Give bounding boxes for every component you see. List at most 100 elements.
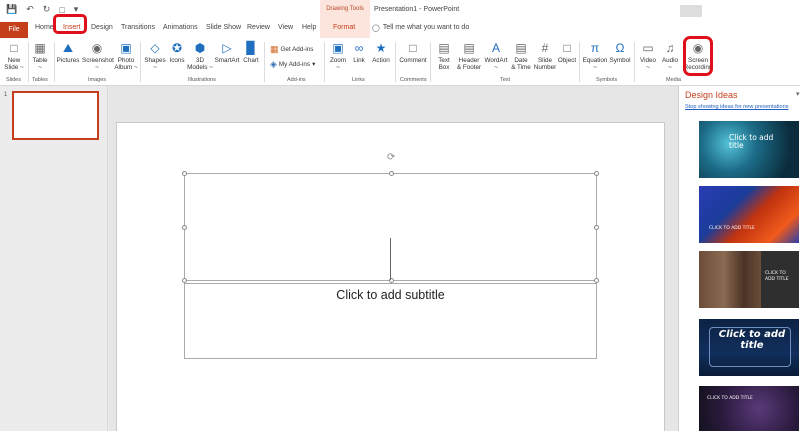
group-text: Text [500,77,511,83]
header-footer-button[interactable]: ▤ Header & Footer [455,41,483,71]
tab-transitions[interactable]: Transitions [121,24,155,31]
resize-handle[interactable] [389,171,394,176]
smartart-icon: ▷ [222,41,232,55]
text-box-button[interactable]: ▤ Text Box [433,41,455,71]
ribbon-tabs: File Home Insert Design Transitions Anim… [0,22,800,38]
wordart-label-2: ~ [494,64,498,71]
zoom-button[interactable]: ▣ Zoom ~ [327,41,349,71]
slide-canvas[interactable]: ⟳ Click to add subtitle [116,122,665,431]
tab-file[interactable]: File [0,22,28,38]
rotate-handle-icon[interactable]: ⟳ [387,152,395,163]
tab-format[interactable]: Format [333,24,355,31]
store-icon: ▦ [270,44,279,54]
window-title: Presentation1 - PowerPoint [374,6,460,13]
stop-showing-ideas-link[interactable]: Stop showing ideas for new presentations [685,104,789,110]
zoom-icon: ▣ [332,41,344,55]
audio-label-2: ~ [668,64,672,71]
table-icon: ▦ [34,41,46,55]
my-addins-button[interactable]: ◈ My Add-ins ▾ [270,59,315,70]
slide-number-button[interactable]: # Slide Number [533,41,557,71]
group-addins: Add-ins [287,77,306,83]
symbol-label: Symbol [609,57,631,64]
pane-options-icon[interactable]: ▾ [796,90,800,98]
group-slides: Slides [6,77,21,83]
account-area[interactable] [680,5,702,17]
symbol-button[interactable]: Ω Symbol [608,41,632,64]
link-button[interactable]: ∞ Link [349,41,369,64]
shapes-button[interactable]: ◇ Shapes ~ [143,41,167,71]
get-addins-button[interactable]: ▦ Get Add-ins [270,44,313,55]
tab-animations[interactable]: Animations [163,24,198,31]
title-bar: 💾 ↶ ↻ □ ▾ Drawing Tools Presentation1 - … [0,0,800,22]
group-comments: Comments [400,77,427,83]
design-idea-2[interactable]: CLICK TO ADD TITLE [699,186,799,243]
video-button[interactable]: ▭ Video ~ [637,41,659,71]
chart-icon: ▉ [246,41,256,55]
screenshot-button[interactable]: ◉ Screenshot ~ [82,41,114,71]
table-label-2: ~ [38,64,42,71]
tab-slideshow[interactable]: Slide Show [206,24,241,31]
3d-models-label-2: Models ~ [187,64,213,71]
action-button[interactable]: ★ Action [369,41,393,64]
object-label: Object [557,57,577,64]
star-icon: ★ [375,41,387,55]
tab-review[interactable]: Review [247,24,270,31]
resize-handle[interactable] [182,225,187,230]
comment-button[interactable]: □ Comment [397,41,429,64]
resize-handle[interactable] [182,171,187,176]
screen-recording-highlight [683,36,713,76]
group-links: Links [352,77,365,83]
shapes-icon: ◇ [150,41,160,55]
tab-design[interactable]: Design [91,24,113,31]
photo-album-button[interactable]: ▣ Photo Album ~ [114,41,138,71]
table-button[interactable]: ▦ Table ~ [30,41,50,71]
ribbon-insert: □ New Slide ~ Slides ▦ Table ~ Tables ⛰ … [0,38,800,86]
smartart-button[interactable]: ▷ SmartArt [213,41,241,64]
tab-view[interactable]: View [278,24,293,31]
table-label-1: Table [32,57,48,64]
screenshot-label-1: Screenshot [82,57,114,64]
comment-icon: □ [409,41,417,55]
3d-models-button[interactable]: ⬢ 3D Models ~ [187,41,213,71]
header-footer-label-2: & Footer [456,64,482,71]
undo-icon[interactable]: ↶ [26,4,34,15]
redo-icon[interactable]: ↻ [43,4,51,15]
new-slide-button[interactable]: □ New Slide ~ [3,41,25,71]
video-label-2: ~ [646,64,650,71]
design-idea-4[interactable]: Click to add title [699,319,799,376]
tab-help[interactable]: Help [302,24,316,31]
link-icon: ∞ [354,41,364,55]
equation-button[interactable]: π Equation ~ [582,41,608,71]
design-idea-3[interactable]: CLICK TO ADD TITLE [699,251,799,308]
chart-label: Chart [243,57,259,64]
photo-album-icon: ▣ [120,41,132,55]
icons-icon: ✪ [171,41,183,55]
start-slideshow-icon[interactable]: □ [59,5,64,15]
group-tables: Tables [32,77,48,83]
wordart-icon: A [491,41,500,55]
divider [579,42,580,82]
tab-home[interactable]: Home [35,24,54,31]
slide-number-icon: # [541,41,549,55]
equation-label-2: ~ [593,64,597,71]
pictures-button[interactable]: ⛰ Pictures [56,41,80,64]
subtitle-placeholder[interactable]: Click to add subtitle [184,283,597,359]
date-time-button[interactable]: ▤ Date & Time [509,41,533,71]
save-icon[interactable]: 💾 [6,4,17,15]
object-button[interactable]: □ Object [557,41,577,64]
wordart-button[interactable]: A WordArt ~ [483,41,509,71]
divider [324,42,325,82]
slide-thumbnail[interactable] [12,91,99,140]
divider [634,42,635,82]
object-icon: □ [563,41,571,55]
resize-handle[interactable] [594,225,599,230]
audio-button[interactable]: ♫ Audio ~ [659,41,681,71]
design-idea-5[interactable]: CLICK TO ADD TITLE [699,386,799,431]
icons-button[interactable]: ✪ Icons [167,41,187,64]
resize-handle[interactable] [594,171,599,176]
new-slide-label-2: Slide ~ [4,64,24,71]
tell-me-box[interactable]: ◯ Tell me what you want to do [372,24,469,32]
chart-button[interactable]: ▉ Chart [241,41,261,64]
design-idea-1[interactable]: Click to add title [699,121,799,178]
subtitle-placeholder-text: Click to add subtitle [336,288,445,302]
